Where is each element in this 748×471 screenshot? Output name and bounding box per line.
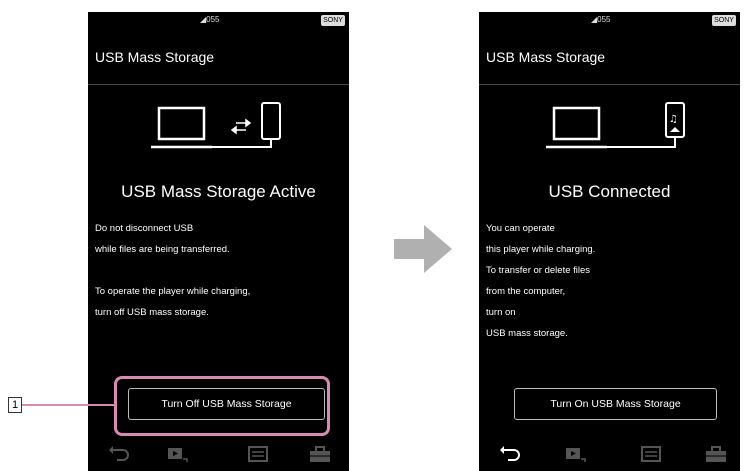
laptop-icon: [151, 106, 212, 149]
status-bar: ◢055 SONY: [88, 14, 349, 26]
callout-line: [22, 404, 115, 406]
usb-connected-illustration: ♫: [546, 102, 685, 149]
page-title: USB Mass Storage: [95, 49, 215, 65]
title-divider: [479, 84, 740, 85]
signal-indicator: ◢055: [591, 15, 611, 24]
right-phone-screen: ◢055 SONY USB Mass Storage ♫ USB Connect…: [479, 12, 740, 471]
laptop-icon: [546, 106, 607, 149]
toolbox-icon[interactable]: [704, 444, 728, 464]
playback-icon[interactable]: [166, 444, 190, 464]
status-description: Do not disconnect USB while files are be…: [95, 223, 251, 318]
status-heading: USB Mass Storage Active: [121, 182, 316, 201]
bottom-navbar: [88, 440, 349, 471]
turn-on-usb-mass-storage-button[interactable]: Turn On USB Mass Storage: [514, 388, 717, 420]
battery-icon: SONY: [321, 15, 345, 26]
library-icon[interactable]: [639, 444, 663, 464]
toolbox-icon[interactable]: [308, 444, 332, 464]
bottom-navbar: [479, 440, 740, 471]
callout-number: 1: [8, 397, 22, 413]
svg-text:♫: ♫: [669, 114, 678, 125]
button-highlight-frame: [114, 376, 330, 436]
playback-icon[interactable]: [564, 444, 588, 464]
battery-icon: SONY: [712, 15, 736, 26]
back-icon[interactable]: [108, 444, 132, 464]
page-title: USB Mass Storage: [486, 49, 606, 65]
status-description: You can operate this player while chargi…: [486, 223, 596, 339]
usb-connection-illustration: [151, 102, 281, 149]
back-icon[interactable]: [499, 444, 523, 464]
status-bar: ◢055 SONY: [479, 14, 740, 26]
music-player-icon: [607, 102, 685, 148]
right-arrow-icon: [394, 225, 452, 273]
title-divider: [88, 84, 349, 85]
library-icon[interactable]: [246, 444, 270, 464]
transfer-arrows-icon: [230, 118, 252, 135]
status-heading: USB Connected: [548, 182, 671, 201]
signal-indicator: ◢055: [200, 15, 220, 24]
